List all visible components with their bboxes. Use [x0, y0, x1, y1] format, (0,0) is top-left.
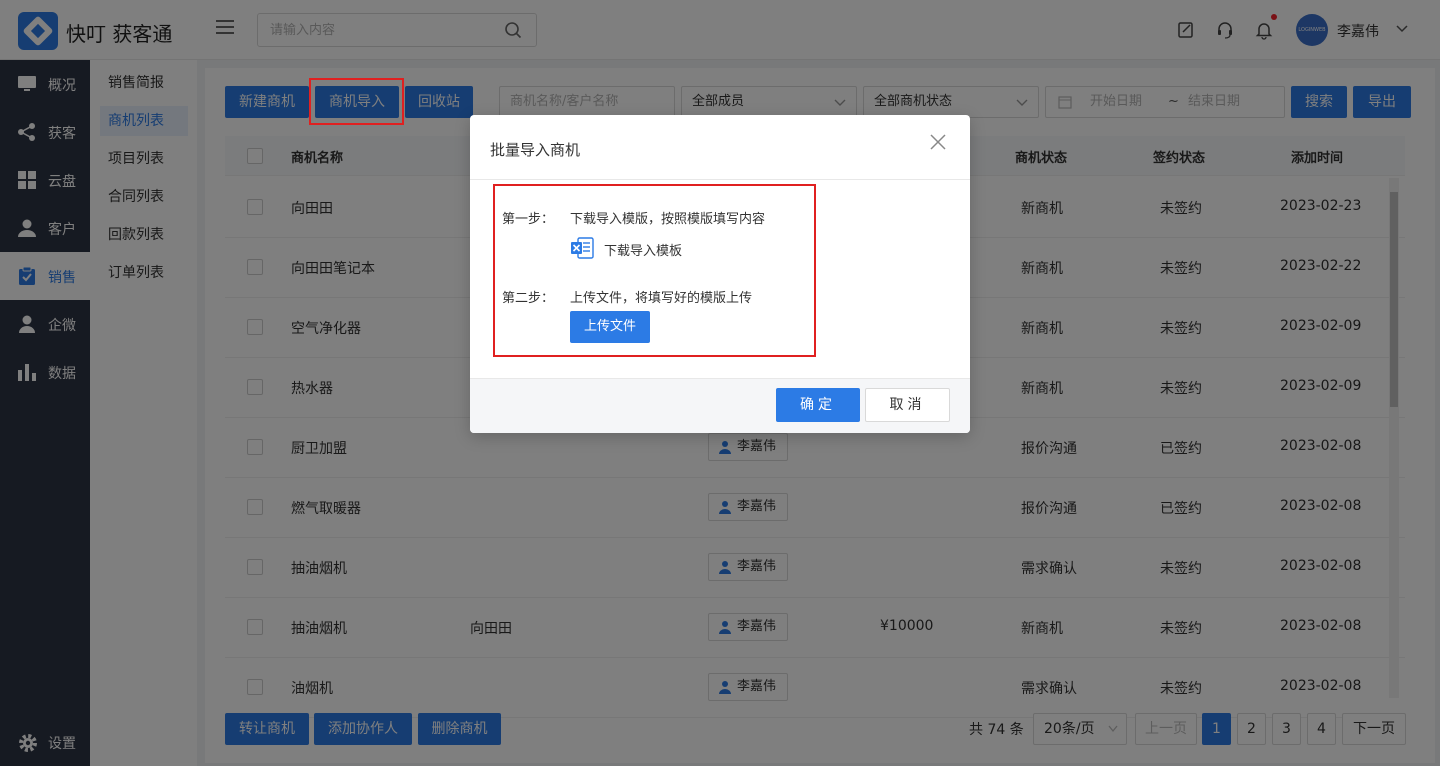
- dialog-footer: 确定 取消: [470, 378, 970, 433]
- excel-file-icon[interactable]: [570, 236, 594, 260]
- step2-label: 第二步：: [502, 291, 555, 306]
- download-template-link[interactable]: 下载导入模板: [604, 240, 682, 259]
- close-icon[interactable]: [930, 134, 946, 150]
- import-dialog: 批量导入商机 第一步： 下载导入模版，按照模版填写内容 下载导入模板 第二步： …: [470, 115, 970, 433]
- step1-label: 第一步：: [502, 212, 555, 227]
- upload-file-button[interactable]: 上传文件: [570, 311, 650, 343]
- highlight-import-button: [309, 78, 404, 125]
- step2-text: 上传文件，将填写好的模版上传: [570, 291, 753, 306]
- cancel-button[interactable]: 取消: [865, 388, 950, 422]
- dialog-title: 批量导入商机: [490, 141, 581, 159]
- dialog-divider: [470, 179, 970, 180]
- step1-text: 下载导入模版，按照模版填写内容: [570, 212, 766, 227]
- confirm-button[interactable]: 确定: [776, 388, 860, 422]
